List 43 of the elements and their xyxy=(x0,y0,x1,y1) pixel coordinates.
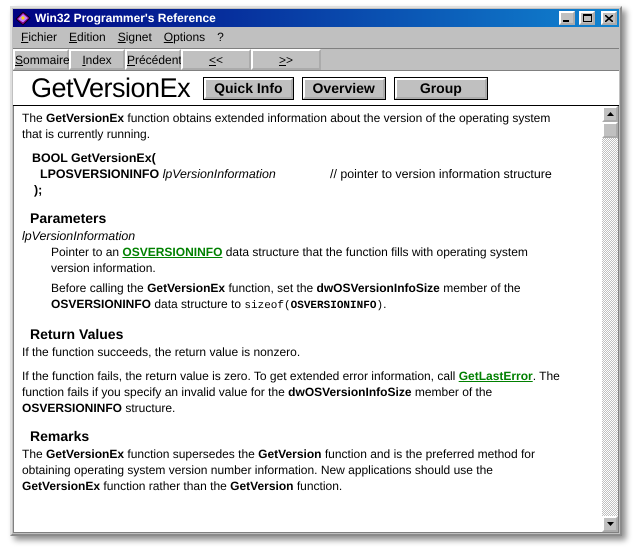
menu-item[interactable]: Signet xyxy=(112,30,158,44)
menu-item[interactable]: ? xyxy=(211,30,230,44)
toolbar-button[interactable]: Index xyxy=(69,49,125,70)
link[interactable]: GetLastError xyxy=(458,369,533,383)
menu-item[interactable]: Options xyxy=(158,30,212,44)
code-comment: // pointer to version information structure xyxy=(330,166,552,182)
link[interactable]: OSVERSIONINFO xyxy=(122,245,222,259)
minimize-button[interactable] xyxy=(559,11,575,25)
topic-button[interactable]: Overview xyxy=(302,78,385,98)
code-line: BOOL GetVersionEx( xyxy=(32,151,156,165)
paragraph: If the function succeeds, the return value is nonzero. xyxy=(22,344,302,360)
section-heading: Parameters xyxy=(30,210,108,226)
topic-title: GetVersionEx xyxy=(31,72,190,104)
section-heading: Remarks xyxy=(30,428,90,444)
close-button[interactable] xyxy=(601,11,617,25)
scroll-down-button[interactable] xyxy=(602,516,618,532)
toolbar-button[interactable]: << xyxy=(181,49,251,70)
toolbar-button[interactable]: Sommaire xyxy=(13,49,69,70)
toolbar-button[interactable]: Précédent xyxy=(125,49,181,70)
scrollbar[interactable] xyxy=(602,106,618,532)
code-line: LPOSVERSIONINFO lpVersionInformation xyxy=(40,167,276,181)
toolbar-button[interactable]: >> xyxy=(251,49,321,70)
paragraph: The GetVersionEx function supersedes the GetVersion function and is the preferred method for obtaining operating system version number information. New applications should use the GetVersionEx function rather than the GetVersion function. xyxy=(22,446,536,494)
paragraph: Before calling the GetVersionEx function, set the dwOSVersionInfoSize member of the OSVERSIONINFO data structure to sizeof(OSVERSIONINFO). xyxy=(51,280,522,314)
book-icon xyxy=(15,10,31,26)
menu-item[interactable]: Fichier xyxy=(15,30,64,44)
code-line: ); xyxy=(34,183,42,197)
paragraph: If the function fails, the return value is zero. To get extended error information, call GetLastError. The function fails if you specify an invalid value for the dwOSVersionInfoSize member of the OSVERSIONINFO structure. xyxy=(22,368,561,416)
maximize-button[interactable] xyxy=(579,11,595,25)
close-icon xyxy=(605,14,613,22)
parameter-name: lpVersionInformation xyxy=(22,228,136,244)
scroll-up-button[interactable] xyxy=(602,106,618,122)
topic-button[interactable]: Group xyxy=(394,78,487,98)
paragraph: Pointer to an OSVERSIONINFO data structure that the function fills with operating system version information. xyxy=(51,244,529,276)
scroll-thumb[interactable] xyxy=(602,122,618,138)
menu-item[interactable]: Edition xyxy=(63,30,112,44)
maximize-icon xyxy=(582,14,592,22)
up-arrow-icon xyxy=(606,112,614,116)
topic-button[interactable]: Quick Info xyxy=(204,78,293,98)
window-title: Win32 Programmer's Reference xyxy=(35,11,217,25)
down-arrow-icon xyxy=(606,522,614,526)
paragraph: The GetVersionEx function obtains extended information about the version of the operating system that is currently running. xyxy=(22,110,552,142)
section-heading: Return Values xyxy=(30,326,124,342)
